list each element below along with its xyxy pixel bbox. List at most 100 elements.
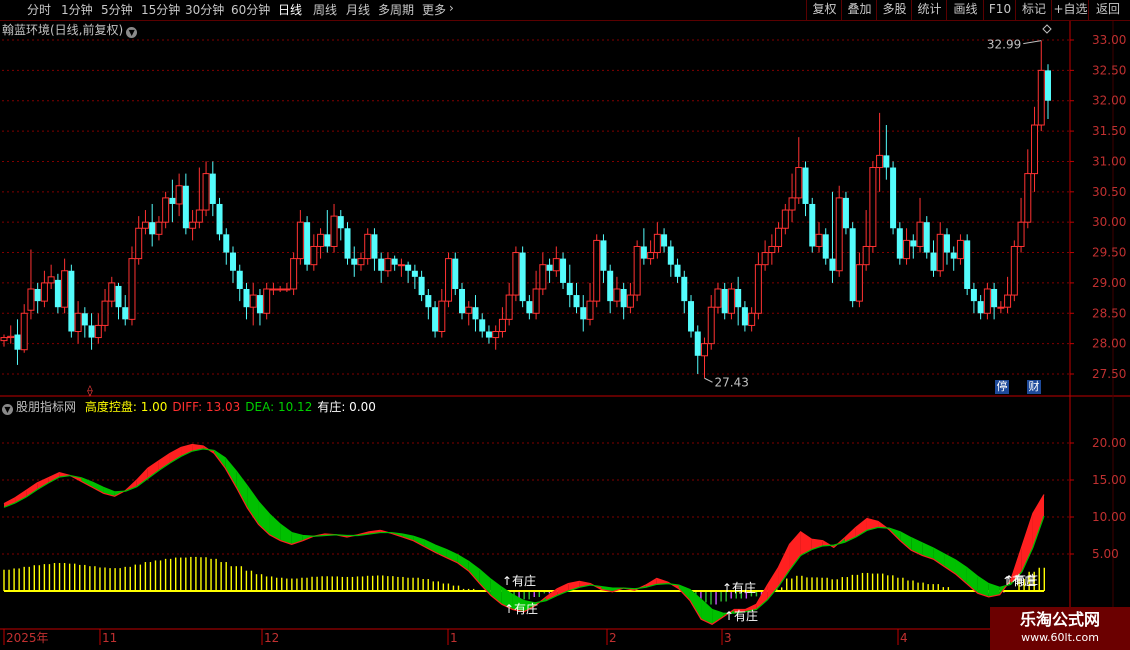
candle-37 — [249, 282, 257, 326]
candle-4 — [27, 249, 35, 320]
candle-51 — [344, 222, 351, 265]
candle-body — [910, 240, 917, 247]
candle-body — [519, 252, 526, 302]
period-tab-3[interactable]: 15分钟 — [141, 1, 180, 18]
candle-body — [1017, 221, 1025, 247]
candle-body — [1004, 294, 1012, 308]
candle-body — [479, 319, 486, 332]
kline-chart[interactable]: ↑有庄↑有庄↑有庄↑有庄↑有庄↑有庄 33.0032.5032.0031.503… — [0, 0, 1130, 650]
candlestick-series — [0, 40, 1051, 379]
price-tick-label-7: 29.50 — [1092, 246, 1126, 260]
period-tab-10[interactable]: 更多 — [422, 1, 446, 18]
period-tab-2[interactable]: 5分钟 — [101, 1, 133, 18]
toolbar-button-4[interactable]: 画线 — [946, 0, 984, 20]
candle-100 — [674, 258, 681, 283]
candle-113 — [761, 240, 769, 271]
candle-78 — [526, 295, 533, 320]
period-tab-0[interactable]: 分时 — [27, 1, 51, 18]
candle-body — [94, 324, 102, 339]
candle-body — [371, 234, 378, 259]
candle-154 — [1037, 40, 1045, 132]
candle-19 — [128, 246, 136, 326]
candle-2 — [14, 319, 21, 365]
chevron-down-icon[interactable]: ▼ — [126, 27, 138, 38]
candle-29 — [195, 167, 203, 229]
candle-body — [970, 288, 977, 302]
candle-body — [290, 258, 298, 290]
candle-body — [411, 270, 418, 277]
candle-69 — [465, 301, 473, 326]
candle-130 — [876, 112, 884, 192]
zhuang-annotation-2: ↑有庄 — [722, 580, 756, 595]
candle-50 — [337, 210, 344, 241]
candle-87 — [586, 282, 594, 326]
diamond-icon — [1042, 24, 1052, 34]
candle-body — [432, 307, 439, 332]
candle-body — [667, 246, 674, 265]
candle-body — [688, 301, 695, 332]
candle-body — [405, 264, 412, 271]
candle-3 — [20, 304, 28, 353]
candle-94 — [633, 240, 641, 302]
finance-tag[interactable]: 财 — [1027, 380, 1041, 394]
period-tab-7[interactable]: 周线 — [313, 1, 337, 18]
candle-body — [647, 252, 655, 260]
indicator-name[interactable]: 股朋指标网 — [16, 400, 76, 414]
candle-66 — [445, 252, 453, 308]
candle-body — [903, 239, 911, 260]
toolbar-button-8[interactable]: 返回 — [1088, 0, 1127, 20]
candle-body — [452, 258, 459, 289]
period-tab-5[interactable]: 60分钟 — [231, 1, 270, 18]
suspend-tag[interactable]: 停 — [995, 380, 1009, 394]
candle-33 — [223, 228, 230, 265]
toolbar-button-3[interactable]: 统计 — [911, 0, 947, 20]
candle-body — [775, 227, 783, 247]
candle-7 — [47, 264, 55, 289]
candle-body — [115, 285, 122, 308]
candle-11 — [74, 301, 82, 344]
candle-body — [189, 221, 197, 229]
candle-body — [364, 233, 372, 260]
candle-21 — [141, 210, 149, 235]
candle-body — [445, 258, 453, 302]
candle-0 — [0, 334, 8, 347]
candle-134 — [903, 228, 911, 265]
price-tick-label-6: 30.00 — [1092, 215, 1126, 229]
candle-42 — [283, 282, 291, 293]
toolbar-button-1[interactable]: 叠加 — [841, 0, 877, 20]
toolbar-button-5[interactable]: F10 — [983, 0, 1016, 20]
period-tab-8[interactable]: 月线 — [346, 1, 370, 18]
period-tab-6[interactable]: 日线 — [278, 1, 302, 18]
period-toolbar: 分时 1分钟 5分钟 15分钟 30分钟 60分钟 日线 周线 月线 多周期 更多 › 复权 叠加 多股 统计… — [0, 0, 1130, 21]
candle-101 — [681, 270, 688, 314]
candle-body — [822, 234, 829, 259]
toolbar-button-7[interactable]: +自选 — [1051, 0, 1089, 20]
candle-30 — [202, 161, 210, 217]
more-arrow-icon[interactable]: › — [449, 1, 454, 15]
candle-26 — [175, 173, 183, 217]
candle-138 — [930, 240, 937, 277]
toolbar-button-6[interactable]: 标记 — [1015, 0, 1052, 20]
candle-body — [835, 197, 843, 272]
chevron-down-icon[interactable]: ▼ — [2, 404, 13, 415]
candle-124 — [835, 185, 843, 277]
candle-body — [1010, 245, 1018, 296]
candle-body — [681, 276, 688, 302]
candle-126 — [849, 222, 856, 308]
indicator-value-3: 有庄: 0.00 — [317, 400, 376, 414]
candle-body — [512, 252, 520, 296]
period-tab-1[interactable]: 1分钟 — [61, 1, 93, 18]
period-tab-4[interactable]: 30分钟 — [185, 1, 224, 18]
candle-49 — [330, 203, 338, 253]
candle-47 — [317, 228, 325, 259]
candle-125 — [842, 191, 849, 235]
period-tab-9[interactable]: 多周期 — [378, 1, 414, 18]
candle-32 — [216, 197, 223, 241]
toolbar-button-2[interactable]: 多股 — [876, 0, 912, 20]
candle-body — [296, 221, 304, 260]
candle-body — [68, 270, 75, 332]
candle-65 — [438, 288, 446, 338]
toolbar-button-0[interactable]: 复权 — [806, 0, 842, 20]
candle-body — [936, 233, 944, 272]
candle-25 — [169, 179, 176, 223]
